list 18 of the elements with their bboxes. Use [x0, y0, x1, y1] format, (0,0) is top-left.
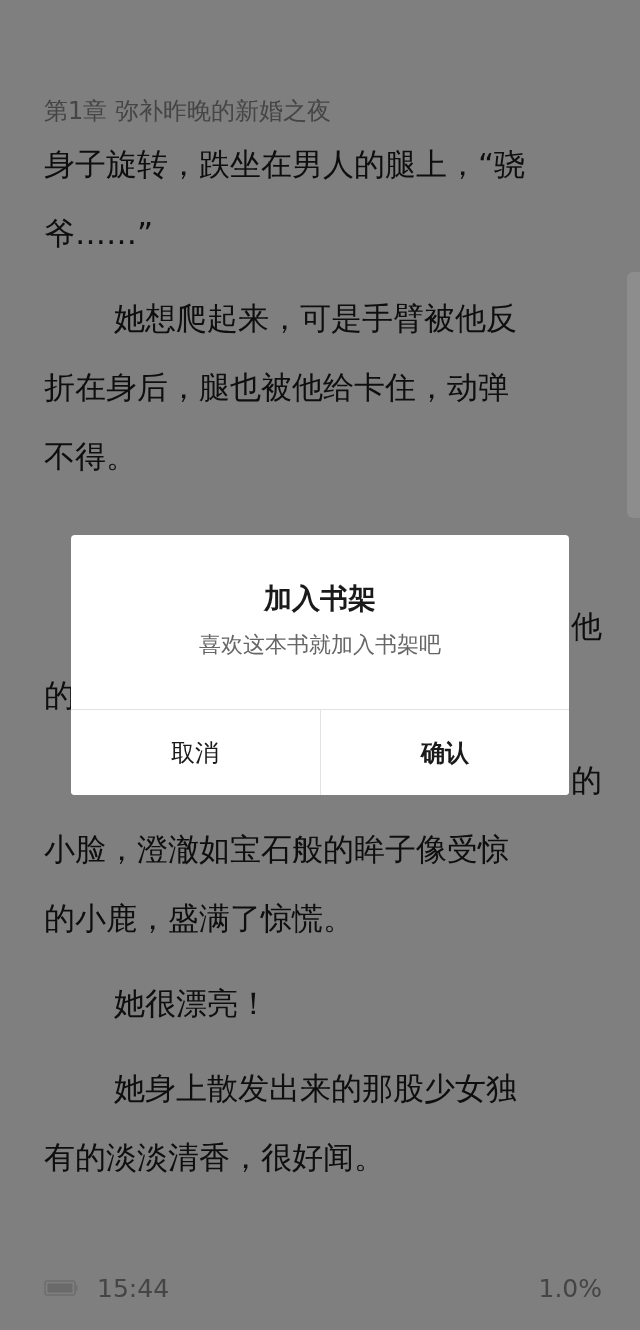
- text-line: 她很漂亮！: [114, 984, 269, 1023]
- text-line: 他: [571, 607, 602, 646]
- text-line: 她身上散发出来的那股少女独: [114, 1069, 517, 1108]
- percent-read-text: 1.0%: [538, 1273, 602, 1303]
- confirm-button[interactable]: 确认: [319, 710, 569, 795]
- text-line: 的: [571, 761, 602, 800]
- dialog-message: 喜欢这本书就加入书架吧: [199, 631, 441, 659]
- text-line: 身子旋转，跌坐在男人的腿上，“骁: [44, 145, 526, 184]
- text-line: 折在身后，腿也被他给卡住，动弹: [44, 368, 509, 407]
- dialog-title: 加入书架: [264, 581, 376, 617]
- clock-time: 15:44: [97, 1273, 170, 1303]
- text-line: 小脸，澄澈如宝石般的眸子像受惊: [44, 830, 509, 869]
- text-line: 的小鹿，盛满了惊慌。: [44, 899, 354, 938]
- text-line: 爷……”: [44, 214, 154, 253]
- text-line: 有的淡淡清香，很好闻。: [44, 1138, 385, 1177]
- text-line: 她想爬起来，可是手臂被他反: [114, 299, 517, 338]
- text-line: 不得。: [44, 437, 137, 476]
- chapter-title: 第1章 弥补昨晚的新婚之夜: [44, 96, 332, 127]
